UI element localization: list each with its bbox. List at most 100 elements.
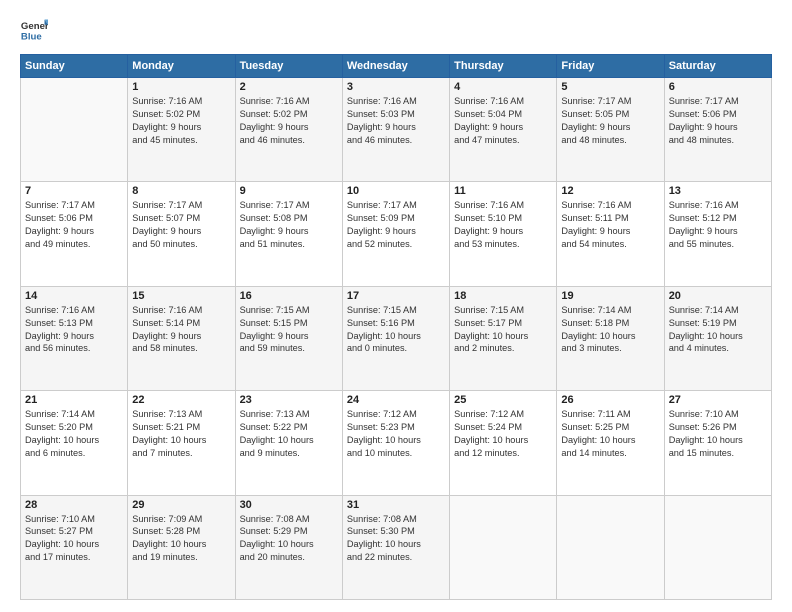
calendar-cell: 6 Sunrise: 7:17 AM Sunset: 5:06 PM Daylig… (664, 78, 771, 182)
day-number: 20 (669, 290, 767, 302)
calendar-cell: 2 Sunrise: 7:16 AM Sunset: 5:02 PM Daylig… (235, 78, 342, 182)
calendar-cell (557, 495, 664, 599)
calendar-cell: 31Sunrise: 7:08 AM Sunset: 5:30 PM Dayli… (342, 495, 449, 599)
calendar-cell: 20 Sunrise: 7:14 AM Sunset: 5:19 PM Dayli… (664, 286, 771, 390)
day-info: Sunrise: 7:15 AM Sunset: 5:17 PM Dayligh… (454, 304, 552, 356)
day-number: 19 (561, 290, 659, 302)
day-info: Sunrise: 7:16 AM Sunset: 5:10 PM Dayligh… (454, 199, 552, 251)
calendar-cell: 12Sunrise: 7:16 AM Sunset: 5:11 PM Dayli… (557, 182, 664, 286)
day-info: Sunrise: 7:14 AM Sunset: 5:18 PM Dayligh… (561, 304, 659, 356)
day-number: 10 (347, 185, 445, 197)
calendar-cell (21, 78, 128, 182)
calendar-header: SundayMondayTuesdayWednesdayThursdayFrid… (21, 55, 772, 78)
calendar-cell: 18Sunrise: 7:15 AM Sunset: 5:17 PM Dayli… (450, 286, 557, 390)
day-number: 22 (132, 394, 230, 406)
calendar-cell: 15 Sunrise: 7:16 AM Sunset: 5:14 PM Dayli… (128, 286, 235, 390)
day-info: Sunrise: 7:16 AM Sunset: 5:04 PM Dayligh… (454, 95, 552, 147)
day-info: Sunrise: 7:10 AM Sunset: 5:26 PM Dayligh… (669, 408, 767, 460)
calendar-cell: 29 Sunrise: 7:09 AM Sunset: 5:28 PM Dayli… (128, 495, 235, 599)
weekday-header-monday: Monday (128, 55, 235, 78)
logo: General Blue (20, 16, 52, 44)
calendar-cell: 8Sunrise: 7:17 AM Sunset: 5:07 PM Daylig… (128, 182, 235, 286)
day-info: Sunrise: 7:17 AM Sunset: 5:08 PM Dayligh… (240, 199, 338, 251)
day-number: 30 (240, 499, 338, 511)
day-info: Sunrise: 7:15 AM Sunset: 5:16 PM Dayligh… (347, 304, 445, 356)
day-info: Sunrise: 7:17 AM Sunset: 5:05 PM Dayligh… (561, 95, 659, 147)
day-number: 7 (25, 185, 123, 197)
day-number: 31 (347, 499, 445, 511)
weekday-header-sunday: Sunday (21, 55, 128, 78)
day-info: Sunrise: 7:17 AM Sunset: 5:06 PM Dayligh… (669, 95, 767, 147)
day-number: 1 (132, 81, 230, 93)
day-number: 21 (25, 394, 123, 406)
calendar-cell: 28Sunrise: 7:10 AM Sunset: 5:27 PM Dayli… (21, 495, 128, 599)
day-number: 23 (240, 394, 338, 406)
calendar-cell: 5 Sunrise: 7:17 AM Sunset: 5:05 PM Daylig… (557, 78, 664, 182)
day-number: 3 (347, 81, 445, 93)
day-info: Sunrise: 7:13 AM Sunset: 5:22 PM Dayligh… (240, 408, 338, 460)
day-info: Sunrise: 7:17 AM Sunset: 5:09 PM Dayligh… (347, 199, 445, 251)
calendar-week-5: 28Sunrise: 7:10 AM Sunset: 5:27 PM Dayli… (21, 495, 772, 599)
day-number: 25 (454, 394, 552, 406)
day-number: 13 (669, 185, 767, 197)
day-number: 9 (240, 185, 338, 197)
day-number: 26 (561, 394, 659, 406)
day-info: Sunrise: 7:09 AM Sunset: 5:28 PM Dayligh… (132, 513, 230, 565)
weekday-header-saturday: Saturday (664, 55, 771, 78)
day-info: Sunrise: 7:16 AM Sunset: 5:02 PM Dayligh… (240, 95, 338, 147)
day-number: 24 (347, 394, 445, 406)
calendar-cell: 24Sunrise: 7:12 AM Sunset: 5:23 PM Dayli… (342, 391, 449, 495)
day-info: Sunrise: 7:11 AM Sunset: 5:25 PM Dayligh… (561, 408, 659, 460)
day-info: Sunrise: 7:16 AM Sunset: 5:02 PM Dayligh… (132, 95, 230, 147)
calendar-cell: 14 Sunrise: 7:16 AM Sunset: 5:13 PM Dayli… (21, 286, 128, 390)
day-info: Sunrise: 7:16 AM Sunset: 5:14 PM Dayligh… (132, 304, 230, 356)
day-number: 5 (561, 81, 659, 93)
day-number: 28 (25, 499, 123, 511)
header: General Blue (20, 16, 772, 44)
day-info: Sunrise: 7:08 AM Sunset: 5:29 PM Dayligh… (240, 513, 338, 565)
day-info: Sunrise: 7:13 AM Sunset: 5:21 PM Dayligh… (132, 408, 230, 460)
calendar-table: SundayMondayTuesdayWednesdayThursdayFrid… (20, 54, 772, 600)
day-number: 2 (240, 81, 338, 93)
calendar-cell: 7 Sunrise: 7:17 AM Sunset: 5:06 PM Daylig… (21, 182, 128, 286)
calendar-cell: 26 Sunrise: 7:11 AM Sunset: 5:25 PM Dayli… (557, 391, 664, 495)
day-number: 29 (132, 499, 230, 511)
day-info: Sunrise: 7:12 AM Sunset: 5:24 PM Dayligh… (454, 408, 552, 460)
day-number: 16 (240, 290, 338, 302)
calendar-cell: 11 Sunrise: 7:16 AM Sunset: 5:10 PM Dayli… (450, 182, 557, 286)
calendar-cell (664, 495, 771, 599)
day-info: Sunrise: 7:14 AM Sunset: 5:19 PM Dayligh… (669, 304, 767, 356)
calendar-week-1: 1 Sunrise: 7:16 AM Sunset: 5:02 PM Daylig… (21, 78, 772, 182)
calendar-cell: 9 Sunrise: 7:17 AM Sunset: 5:08 PM Daylig… (235, 182, 342, 286)
day-number: 12 (561, 185, 659, 197)
calendar-cell: 17 Sunrise: 7:15 AM Sunset: 5:16 PM Dayli… (342, 286, 449, 390)
day-number: 8 (132, 185, 230, 197)
calendar-cell: 22 Sunrise: 7:13 AM Sunset: 5:21 PM Dayli… (128, 391, 235, 495)
day-number: 14 (25, 290, 123, 302)
day-number: 6 (669, 81, 767, 93)
weekday-header-tuesday: Tuesday (235, 55, 342, 78)
calendar-week-4: 21 Sunrise: 7:14 AM Sunset: 5:20 PM Dayli… (21, 391, 772, 495)
day-number: 4 (454, 81, 552, 93)
day-number: 15 (132, 290, 230, 302)
day-number: 11 (454, 185, 552, 197)
calendar-cell: 23 Sunrise: 7:13 AM Sunset: 5:22 PM Dayli… (235, 391, 342, 495)
calendar-week-3: 14 Sunrise: 7:16 AM Sunset: 5:13 PM Dayli… (21, 286, 772, 390)
calendar-cell: 19 Sunrise: 7:14 AM Sunset: 5:18 PM Dayli… (557, 286, 664, 390)
day-info: Sunrise: 7:17 AM Sunset: 5:06 PM Dayligh… (25, 199, 123, 251)
weekday-header-wednesday: Wednesday (342, 55, 449, 78)
calendar-cell (450, 495, 557, 599)
day-info: Sunrise: 7:16 AM Sunset: 5:13 PM Dayligh… (25, 304, 123, 356)
calendar-cell: 10 Sunrise: 7:17 AM Sunset: 5:09 PM Dayli… (342, 182, 449, 286)
day-number: 17 (347, 290, 445, 302)
day-info: Sunrise: 7:14 AM Sunset: 5:20 PM Dayligh… (25, 408, 123, 460)
day-info: Sunrise: 7:16 AM Sunset: 5:12 PM Dayligh… (669, 199, 767, 251)
day-number: 27 (669, 394, 767, 406)
day-info: Sunrise: 7:15 AM Sunset: 5:15 PM Dayligh… (240, 304, 338, 356)
calendar-week-2: 7 Sunrise: 7:17 AM Sunset: 5:06 PM Daylig… (21, 182, 772, 286)
calendar-cell: 21 Sunrise: 7:14 AM Sunset: 5:20 PM Dayli… (21, 391, 128, 495)
weekday-header-thursday: Thursday (450, 55, 557, 78)
svg-text:General: General (21, 21, 48, 32)
calendar-cell: 30 Sunrise: 7:08 AM Sunset: 5:29 PM Dayli… (235, 495, 342, 599)
calendar-cell: 4 Sunrise: 7:16 AM Sunset: 5:04 PM Daylig… (450, 78, 557, 182)
